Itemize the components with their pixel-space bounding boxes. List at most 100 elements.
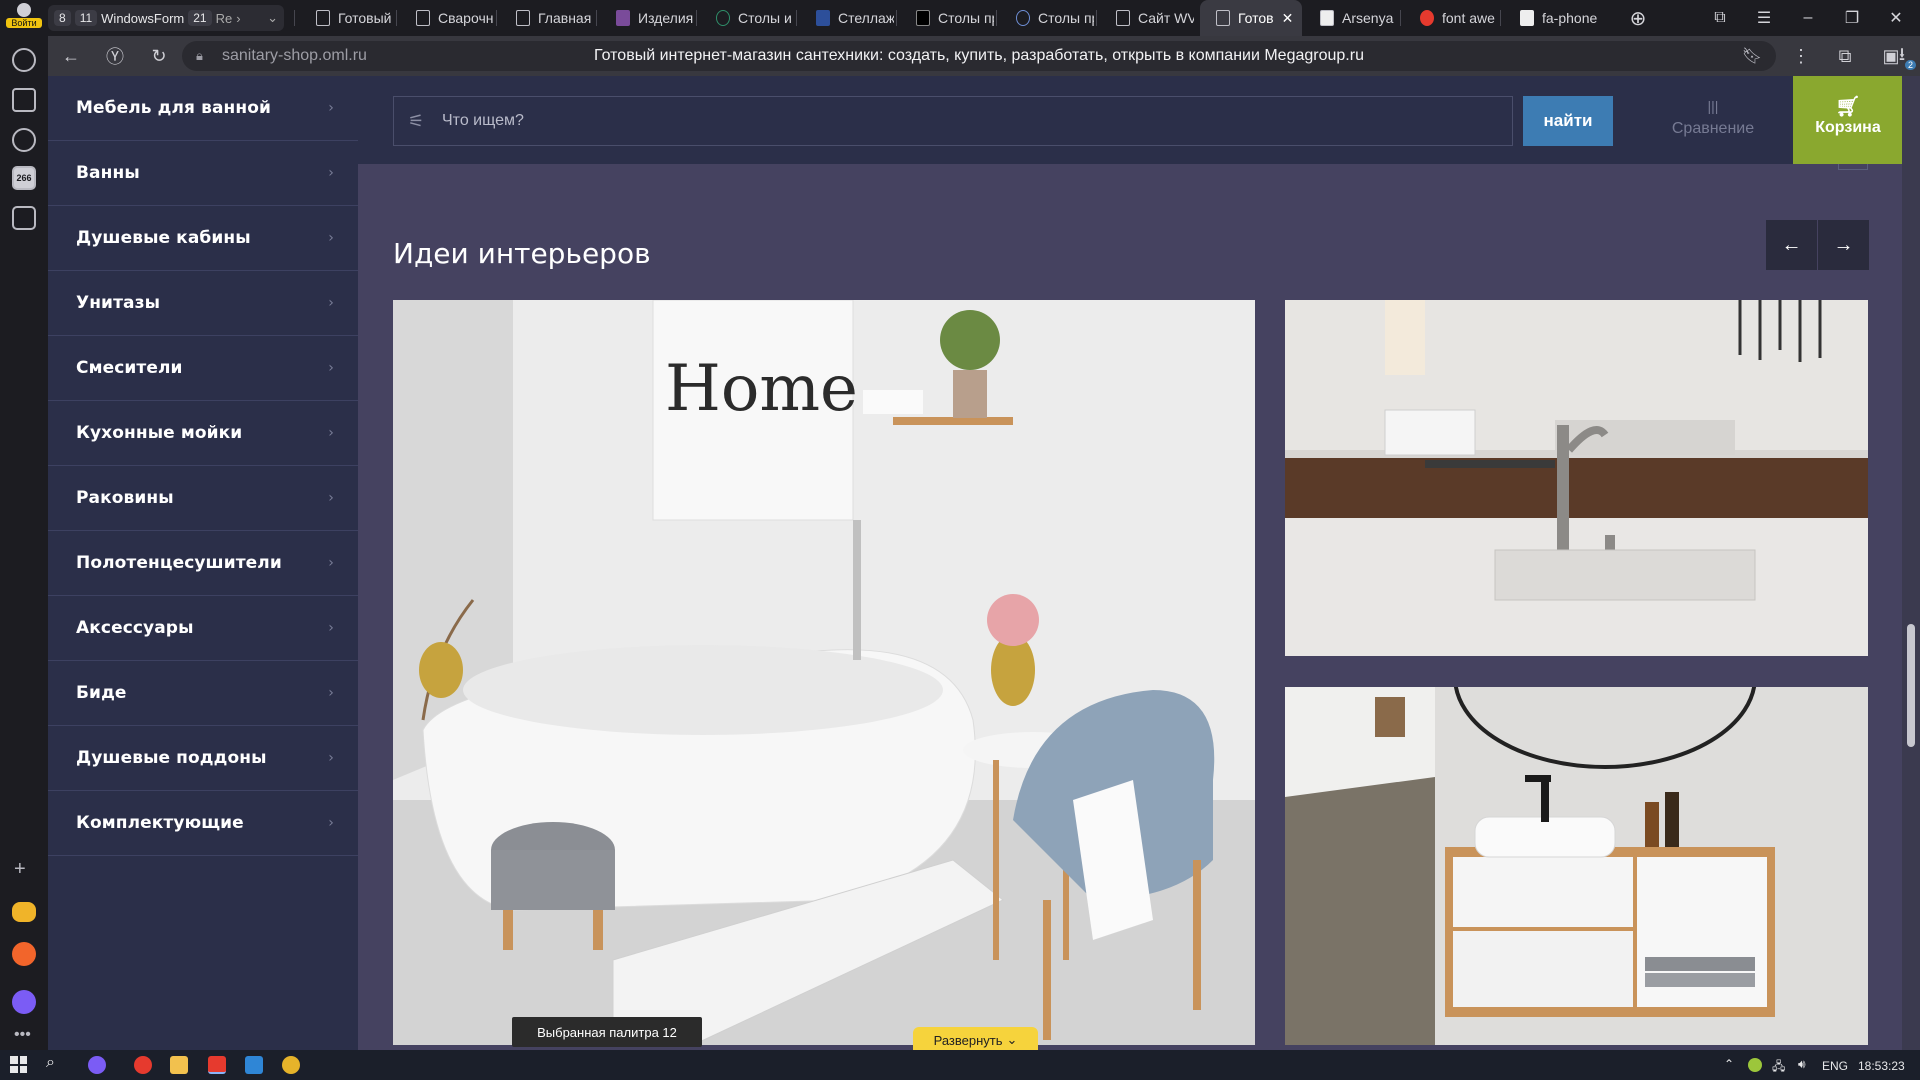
back-icon[interactable]: ← <box>56 42 86 70</box>
tray-chevron-up-icon[interactable]: ⌃ <box>1724 1057 1734 1071</box>
interior-photo-bathroom[interactable]: Home <box>393 300 1255 1045</box>
close-icon[interactable]: ✕ <box>1282 10 1294 27</box>
new-tab-button[interactable]: ⊕ <box>1616 0 1660 36</box>
browser-tab[interactable]: font awe <box>1404 0 1498 36</box>
page-scrollbar[interactable] <box>1902 76 1920 1050</box>
explorer-taskbar-icon[interactable] <box>170 1056 188 1074</box>
counter-badge-icon[interactable]: 266 <box>12 166 36 190</box>
screenshot-icon[interactable] <box>12 206 36 230</box>
language-indicator[interactable]: ENG <box>1822 1059 1848 1073</box>
browser-tab[interactable]: Главная <box>500 0 594 36</box>
browser-tab[interactable]: Столы и <box>700 0 794 36</box>
game-icon[interactable] <box>12 902 36 922</box>
category-item[interactable]: Раковины › <box>48 466 358 531</box>
more-icon[interactable]: ••• <box>14 1026 31 1044</box>
browser-tab[interactable]: Столы пр <box>900 0 994 36</box>
slider-prev-button[interactable]: ← <box>1766 220 1817 270</box>
chevron-right-icon: › <box>236 10 241 26</box>
browser-tab[interactable]: Arsenya <box>1304 0 1398 36</box>
browser-tab[interactable]: Изделия <box>600 0 694 36</box>
alice-icon[interactable] <box>12 990 36 1014</box>
chrome-taskbar-icon[interactable] <box>282 1056 300 1074</box>
flag-icon <box>1520 10 1534 26</box>
yandex-market-icon[interactable] <box>12 942 36 966</box>
category-item[interactable]: Душевые поддоны › <box>48 726 358 791</box>
category-label: Раковины <box>76 488 174 508</box>
tab-label: Готовый <box>338 10 392 26</box>
category-item[interactable]: Комплектующие › <box>48 791 358 856</box>
interior-photo-kitchen[interactable] <box>1285 300 1868 656</box>
tab-label: Готов <box>1238 10 1274 26</box>
collections-icon[interactable] <box>12 88 36 112</box>
category-label: Мебель для ванной <box>76 98 271 118</box>
vscode-taskbar-icon[interactable] <box>245 1056 263 1074</box>
browser-tab[interactable]: Готовый <box>300 0 394 36</box>
tab-label: Стеллаж <box>838 10 894 26</box>
yandex-browser-taskbar-icon[interactable] <box>208 1056 226 1074</box>
browser-tab[interactable]: Столы пр <box>1000 0 1094 36</box>
scrollbar-thumb[interactable] <box>1907 624 1915 747</box>
cart-icon: 🛒︎ <box>1835 96 1861 118</box>
translate-icon[interactable]: ⧉ <box>1830 42 1860 70</box>
category-item[interactable]: Биде › <box>48 661 358 726</box>
category-item[interactable]: Кухонные мойки › <box>48 401 358 466</box>
chevron-down-icon[interactable]: ⌄ <box>267 10 278 26</box>
add-icon[interactable]: + <box>14 858 26 881</box>
browser-tab[interactable]: fa-phone <box>1504 0 1598 36</box>
chevron-right-icon: › <box>328 230 334 246</box>
yandex-taskbar-icon[interactable] <box>134 1056 152 1074</box>
category-item[interactable]: Ванны › <box>48 141 358 206</box>
yandex-logo-icon[interactable]: Ⓨ <box>100 42 130 70</box>
close-window-icon[interactable]: ✕ <box>1874 0 1918 36</box>
compare-button[interactable]: ||| Сравнение <box>1648 96 1778 146</box>
more-options-icon[interactable]: ⋮ <box>1786 42 1816 70</box>
history-icon[interactable] <box>12 48 36 72</box>
reload-icon[interactable]: ↻ <box>144 42 174 70</box>
alice-taskbar-icon[interactable] <box>88 1056 106 1074</box>
kitchen-illustration <box>1285 300 1868 656</box>
tab-label: Столы и <box>738 10 792 26</box>
browser-tab[interactable]: Сайт WV <box>1100 0 1194 36</box>
category-item[interactable]: Унитазы › <box>48 271 358 336</box>
filter-icon[interactable]: ⚟ <box>408 111 424 132</box>
category-item[interactable]: Аксессуары › <box>48 596 358 661</box>
search-input[interactable] <box>442 97 1492 145</box>
url-field[interactable]: 🔒︎ sanitary-shop.oml.ru Готовый интернет… <box>182 41 1776 71</box>
browser-tab[interactable]: Стеллаж <box>800 0 894 36</box>
browser-tab-active[interactable]: Готов ✕ <box>1200 0 1302 36</box>
search-icon[interactable]: ⌕ <box>46 1054 55 1072</box>
clock[interactable]: 18:53:23 <box>1858 1059 1905 1073</box>
page-icon <box>1216 10 1230 26</box>
page-icon <box>1116 10 1130 26</box>
interior-photo-vanity[interactable] <box>1285 687 1868 1045</box>
network-icon[interactable]: 🖧︎ <box>1772 1057 1785 1078</box>
volume-icon[interactable]: 🔊︎ <box>1798 1057 1806 1072</box>
tab-group[interactable]: 8 11 WindowsForm 21 Re › ⌄ <box>48 5 284 31</box>
category-label: Ванны <box>76 163 140 183</box>
chevron-right-icon: › <box>328 685 334 701</box>
cart-button[interactable]: 🛒︎ Корзина <box>1793 76 1903 164</box>
chevron-right-icon: › <box>328 555 334 571</box>
compare-icon: ||| <box>1707 98 1719 114</box>
category-item[interactable]: Душевые кабины › <box>48 206 358 271</box>
restore-icon[interactable]: ❐ <box>1830 0 1874 36</box>
minimize-icon[interactable]: – <box>1786 0 1830 36</box>
category-item[interactable]: Смесители › <box>48 336 358 401</box>
tray-app-icon[interactable] <box>1748 1058 1762 1072</box>
tab-manager-icon[interactable]: ⧉ <box>1698 0 1742 36</box>
profile-button[interactable]: Войти <box>6 2 42 34</box>
windows-start-icon[interactable] <box>10 1056 27 1073</box>
slider-next-button[interactable]: → <box>1818 220 1869 270</box>
category-item[interactable]: Мебель для ванной › <box>48 76 358 141</box>
search-button[interactable]: найти <box>1523 96 1613 146</box>
bookmark-icon[interactable]: 🔖︎ <box>1742 46 1762 66</box>
compare-label: Сравнение <box>1671 120 1755 137</box>
browser-tab[interactable]: Сварочн <box>400 0 494 36</box>
downloads-button[interactable]: ⭳ 2 <box>1888 42 1916 70</box>
tab-group-count: 11 <box>74 10 98 26</box>
arrow-right-icon: → <box>1833 233 1854 256</box>
play-icon[interactable] <box>12 128 36 152</box>
menu-icon[interactable]: ☰ <box>1742 0 1786 36</box>
category-item[interactable]: Полотенцесушители › <box>48 531 358 596</box>
yandex-icon <box>1420 10 1434 26</box>
